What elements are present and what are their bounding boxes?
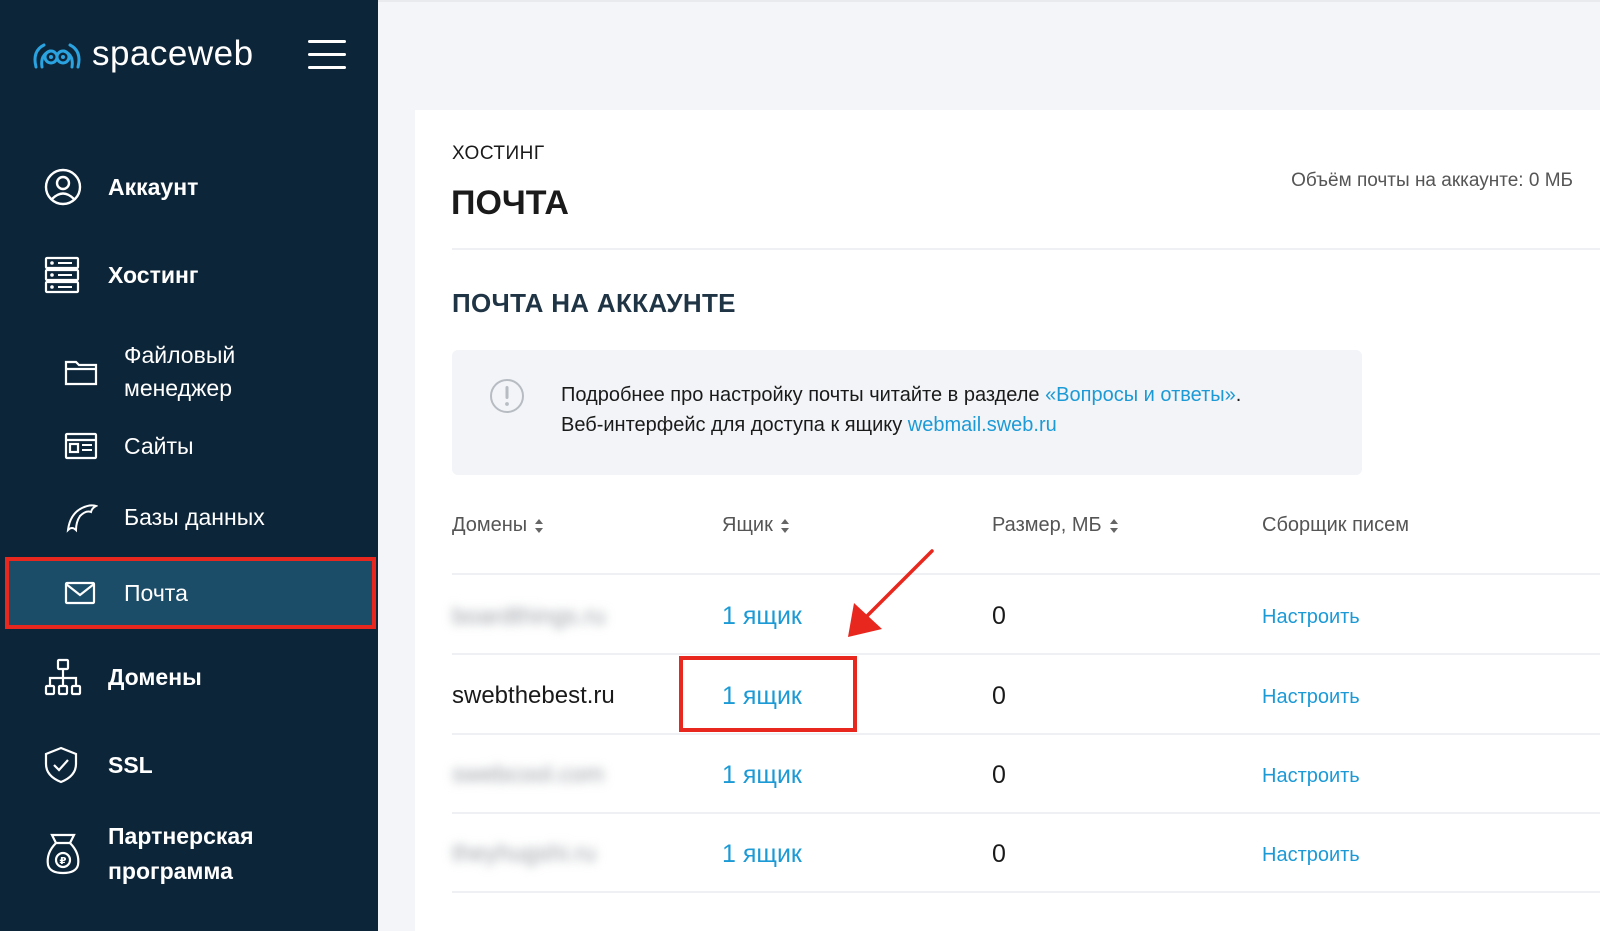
svg-text:₽: ₽ <box>60 856 67 867</box>
column-header-collector: Сборщик писем <box>1262 514 1409 537</box>
section-title: ПОЧТА НА АККАУНТЕ <box>452 288 736 318</box>
sidebar-item-file-manager[interactable]: Файловый менеджер <box>64 339 235 405</box>
folder-icon <box>64 360 98 386</box>
column-header-domains[interactable]: Домены <box>452 514 544 537</box>
breadcrumb[interactable]: ХОСТИНГ <box>452 143 545 165</box>
sidebar-item-ssl[interactable]: SSL <box>44 744 153 786</box>
column-header-mailbox[interactable]: Ящик <box>722 514 790 537</box>
sidebar-item-domains[interactable]: Домены <box>44 656 202 698</box>
top-border <box>378 0 1600 2</box>
column-header-label: Сборщик писем <box>1262 514 1409 536</box>
sidebar-item-sites[interactable]: Сайты <box>64 428 194 464</box>
exclamation-circle-icon <box>490 379 524 413</box>
sidebar-item-account[interactable]: Аккаунт <box>44 166 198 208</box>
column-header-size[interactable]: Размер, МБ <box>992 514 1119 537</box>
column-header-label: Размер, МБ <box>992 514 1102 536</box>
sidebar-item-mail-highlight <box>5 557 376 629</box>
sidebar-item-hosting[interactable]: Хостинг <box>44 254 198 296</box>
envelope-icon <box>64 581 96 605</box>
mail-quota: Объём почты на аккаунте: 0 МБ <box>1291 170 1573 191</box>
sidebar-item-label: Партнерская программа <box>108 823 254 884</box>
faq-link[interactable]: «Вопросы и ответы» <box>1045 384 1236 406</box>
sidebar-item-label: Домены <box>108 663 202 690</box>
sidebar-item-mail[interactable]: Почта <box>64 575 188 611</box>
row-divider <box>452 891 1600 893</box>
row-divider <box>452 653 1600 655</box>
sidebar-item-label: Файловый менеджер <box>124 342 236 401</box>
sidebar: spaceweb Аккаунт Хостинг Файловый менедж… <box>0 0 378 931</box>
info-line1-suffix: . <box>1235 384 1242 406</box>
sidebar-item-label: Базы данных <box>124 503 265 530</box>
sort-icon <box>535 518 544 533</box>
logo-text: spaceweb <box>92 34 254 73</box>
configure-link[interactable]: Настроить <box>1262 844 1360 867</box>
user-circle-icon <box>44 168 82 206</box>
sort-icon <box>1109 518 1118 533</box>
spider-logo-icon <box>33 43 81 69</box>
column-header-label: Ящик <box>722 514 773 536</box>
info-text: Подробнее про настройку почты читайте в … <box>561 380 1241 440</box>
sidebar-item-label: Аккаунт <box>108 173 199 200</box>
mailbox-link[interactable]: 1 ящик <box>722 761 802 790</box>
browser-window-icon <box>64 432 98 460</box>
sidebar-item-label: Сайты <box>124 432 194 459</box>
configure-link[interactable]: Настроить <box>1262 686 1360 709</box>
row-divider <box>452 733 1600 735</box>
money-bag-icon: ₽ <box>46 833 80 875</box>
domain-cell: boardthings.ru <box>452 603 606 630</box>
sort-icon <box>780 518 789 533</box>
info-line2: Веб-интерфейс для доступа к ящику <box>561 414 908 436</box>
logo[interactable]: spaceweb <box>30 34 254 74</box>
sidebar-item-label: SSL <box>108 751 153 778</box>
configure-link[interactable]: Настроить <box>1262 765 1360 788</box>
size-cell: 0 <box>992 682 1006 710</box>
sidebar-item-label: Почта <box>124 579 188 606</box>
sidebar-item-label: Хостинг <box>108 261 199 288</box>
sitemap-icon <box>44 658 82 696</box>
page-title: ПОЧТА <box>451 184 569 222</box>
annotation-highlight-box <box>679 656 857 732</box>
sidebar-item-partner-program[interactable]: ₽ Партнерская программа <box>44 816 254 892</box>
info-line1: Подробнее про настройку почты читайте в … <box>561 384 1046 406</box>
domain-cell: swebthebest.ru <box>452 682 615 709</box>
sidebar-item-databases[interactable]: Базы данных <box>64 499 265 535</box>
domain-cell: theyhugshi.ru <box>452 840 597 867</box>
size-cell: 0 <box>992 840 1006 868</box>
row-divider <box>452 573 1600 575</box>
mailbox-link[interactable]: 1 ящик <box>722 840 802 869</box>
column-header-label: Домены <box>452 514 528 536</box>
mailbox-link[interactable]: 1 ящик <box>722 602 802 631</box>
size-cell: 0 <box>992 761 1006 789</box>
menu-toggle-icon[interactable] <box>308 40 346 70</box>
annotation-arrow-icon <box>848 549 934 637</box>
divider <box>452 248 1600 250</box>
server-icon <box>44 256 80 294</box>
dolphin-icon <box>66 504 98 533</box>
domain-cell: swebcool.com <box>452 761 605 788</box>
row-divider <box>452 812 1600 814</box>
shield-check-icon <box>44 746 78 784</box>
configure-link[interactable]: Настроить <box>1262 606 1360 629</box>
size-cell: 0 <box>992 602 1006 630</box>
webmail-link[interactable]: webmail.sweb.ru <box>908 414 1057 436</box>
